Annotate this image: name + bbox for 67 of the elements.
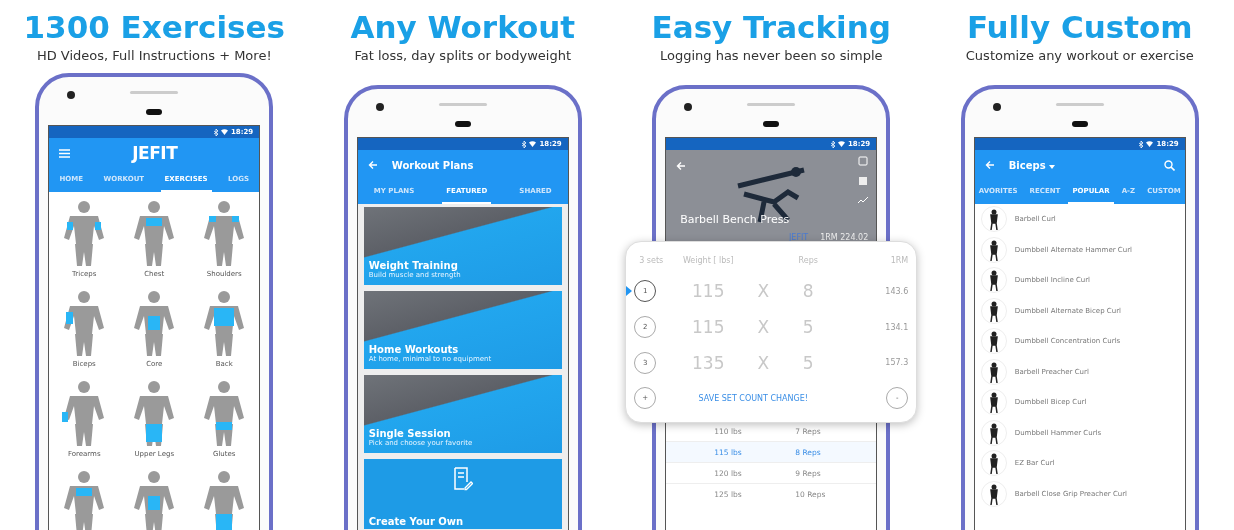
exercise-thumbnail	[980, 236, 1007, 263]
exercise-thumbnail	[980, 358, 1007, 385]
exercise-thumbnail	[980, 450, 1007, 477]
one-rm-value: 134.1	[884, 322, 909, 332]
notes-icon[interactable]	[858, 176, 869, 186]
speaker-grille	[747, 103, 796, 106]
bluetooth-icon	[522, 140, 527, 148]
save-link[interactable]: SAVE SET COUNT CHANGE!	[668, 393, 839, 403]
column-header: 1RM	[889, 256, 909, 266]
back-arrow-icon[interactable]	[367, 160, 378, 170]
subtitle: Fat loss, day splits or bodyweight	[354, 48, 572, 63]
column-header: Reps	[797, 256, 819, 266]
one-rm-value: 157.3	[884, 358, 909, 368]
exercise-thumbnail	[980, 297, 1007, 324]
subtitle: Logging has never been so simple	[659, 48, 883, 63]
exercise-thumbnail	[980, 267, 1007, 294]
earpiece-icon	[454, 121, 471, 127]
wifi-icon	[220, 129, 228, 135]
subtitle: HD Videos, Full Instructions + More!	[36, 48, 272, 63]
headline: Easy Tracking	[651, 8, 891, 46]
row-pointer-icon	[626, 286, 633, 297]
wifi-icon	[529, 141, 537, 147]
camera-icon	[992, 103, 1001, 111]
card-title: Single Session	[368, 428, 451, 439]
exercise-thumbnail	[980, 480, 1007, 507]
camera-icon	[375, 103, 384, 111]
card-title: Home Workouts	[368, 344, 460, 355]
speaker-grille	[438, 103, 487, 106]
screen-title: Workout Plans	[391, 159, 474, 171]
bluetooth-icon	[213, 128, 218, 136]
back-arrow-icon[interactable]	[984, 160, 995, 170]
headline: Fully Custom	[966, 8, 1193, 46]
trend-icon[interactable]	[858, 196, 869, 204]
exercise-thumbnail	[980, 389, 1007, 416]
earpiece-icon	[763, 121, 780, 127]
app-logo: JEFIT	[130, 143, 179, 163]
camera-icon	[67, 91, 76, 99]
exercise-title: Barbell Bench Press	[680, 213, 790, 226]
camera-icon	[684, 103, 693, 111]
exercise-thumbnail	[980, 206, 1007, 233]
wifi-icon	[837, 141, 845, 147]
menu-icon[interactable]	[59, 148, 71, 158]
brand-mark: JEFIT	[789, 233, 809, 242]
column-header: 3 sets	[638, 256, 665, 266]
earpiece-icon	[1071, 121, 1088, 127]
wifi-icon	[1146, 141, 1154, 147]
headline: Any Workout	[350, 8, 576, 46]
record-text: 1RM 224.02	[820, 233, 869, 242]
create-card[interactable]: Create Your Own	[363, 459, 562, 529]
column-header: Weight [ lbs]	[681, 256, 735, 266]
headline: 1300 Exercises	[23, 8, 285, 46]
exercise-thumbnail	[980, 328, 1007, 355]
document-edit-icon	[452, 467, 473, 491]
caret-icon	[1049, 164, 1056, 169]
speaker-grille	[1055, 103, 1104, 106]
bluetooth-icon	[1139, 140, 1144, 148]
search-icon[interactable]	[1163, 159, 1175, 171]
earpiece-icon	[146, 109, 163, 115]
bluetooth-icon	[830, 140, 835, 148]
speaker-grille	[130, 91, 179, 94]
one-rm-value: 143.6	[884, 286, 909, 296]
back-arrow-icon[interactable]	[676, 161, 687, 171]
card-title: Weight Training	[368, 260, 458, 271]
subtitle: Customize any workout or exercise	[965, 48, 1194, 63]
card-title: Create Your Own	[368, 516, 464, 527]
exercise-thumbnail	[980, 419, 1007, 446]
calendar-icon[interactable]	[858, 156, 869, 166]
